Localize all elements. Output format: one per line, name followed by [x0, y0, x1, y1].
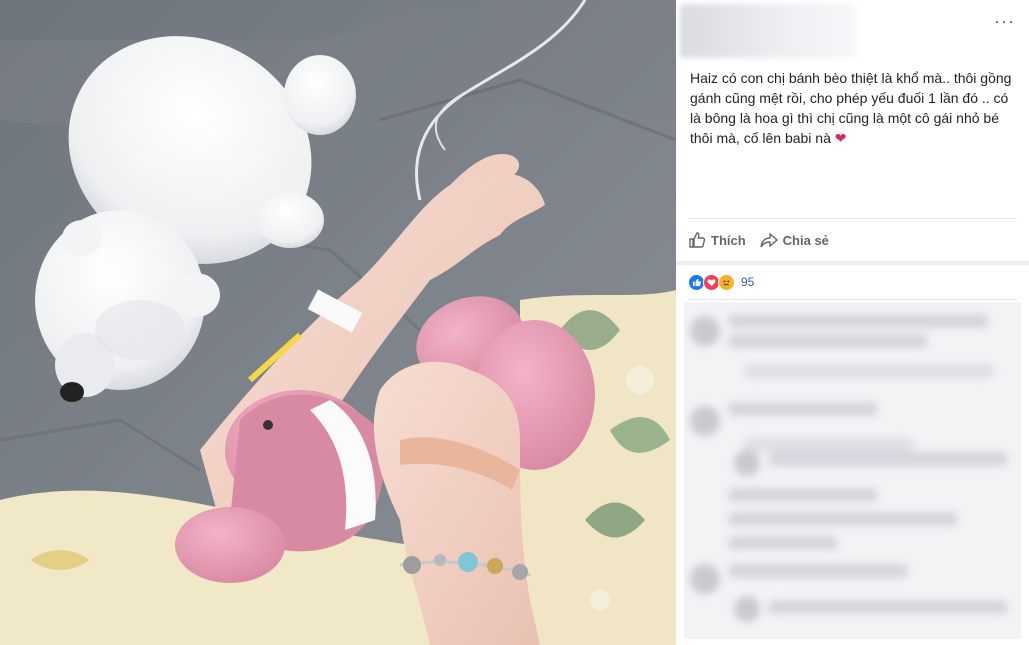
- comments-blurred: [684, 302, 1021, 639]
- share-icon: [759, 232, 778, 248]
- heart-icon: ❤: [834, 130, 847, 146]
- post-sidebar: ··· Haiz có con chị bánh bèo thiệt là kh…: [676, 0, 1029, 645]
- photo-illustration: [0, 0, 676, 645]
- post-header: ···: [676, 0, 1029, 62]
- like-button[interactable]: Thích: [688, 231, 746, 249]
- like-label: Thích: [711, 232, 746, 248]
- post-photo[interactable]: [0, 0, 676, 645]
- author-blurred: [680, 4, 856, 58]
- more-options-button[interactable]: ···: [994, 12, 1015, 30]
- post-message: Haiz có con chị bánh bèo thiệt là khổ mà…: [690, 68, 1015, 218]
- reaction-count[interactable]: 95: [741, 275, 754, 289]
- post-actions: Thích Chia sẻ: [676, 219, 1029, 261]
- reactions-bar[interactable]: 95: [676, 265, 1029, 299]
- thumbs-up-icon: [689, 232, 706, 248]
- divider: [688, 299, 1017, 300]
- sad-icon: [718, 273, 735, 291]
- share-button[interactable]: Chia sẻ: [759, 232, 829, 248]
- share-label: Chia sẻ: [782, 232, 829, 248]
- post-text: Haiz có con chị bánh bèo thiệt là khổ mà…: [690, 70, 1012, 146]
